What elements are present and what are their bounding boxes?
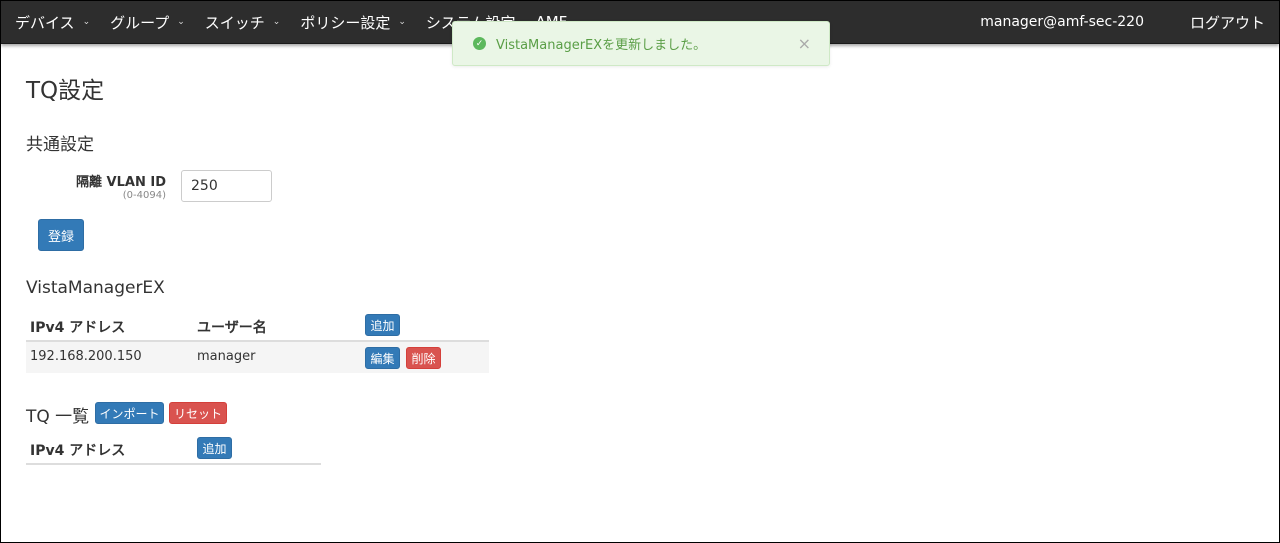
nav-switches-label: スイッチ xyxy=(204,13,265,32)
nav-policy[interactable]: ポリシー設定 ⌄ xyxy=(300,12,406,33)
chevron-down-icon: ⌄ xyxy=(177,17,185,27)
tq-import-button[interactable]: インポート xyxy=(95,402,164,424)
vistamanager-title: VistaManagerEX xyxy=(26,278,165,298)
chevron-down-icon: ⌄ xyxy=(398,17,406,27)
nav-groups-label: グループ xyxy=(110,13,170,32)
vista-row-username: manager xyxy=(197,349,256,364)
vista-row-ipv4: 192.168.200.150 xyxy=(30,349,142,364)
register-button[interactable]: 登録 xyxy=(38,219,84,251)
vista-header-username: ユーザー名 xyxy=(197,320,267,336)
tq-header-divider xyxy=(26,463,321,465)
page-title: TQ設定 xyxy=(26,78,105,104)
nav-groups[interactable]: グループ ⌄ xyxy=(110,12,185,33)
nav-devices[interactable]: デバイス ⌄ xyxy=(15,12,90,33)
vista-add-button[interactable]: 追加 xyxy=(365,314,400,336)
success-toast: ✓ VistaManagerEXを更新しました。 × xyxy=(452,21,830,66)
tq-reset-button[interactable]: リセット xyxy=(169,402,227,424)
vlan-id-hint: (0-4094) xyxy=(122,190,166,201)
nav-policy-label: ポリシー設定 xyxy=(300,13,391,32)
tq-add-button[interactable]: 追加 xyxy=(197,437,232,459)
chevron-down-icon: ⌄ xyxy=(82,17,91,27)
check-circle-icon: ✓ xyxy=(473,37,486,50)
close-icon[interactable]: × xyxy=(798,34,811,53)
common-settings-title: 共通設定 xyxy=(26,135,94,155)
logout-link[interactable]: ログアウト xyxy=(1190,12,1265,33)
nav-devices-label: デバイス xyxy=(15,13,75,32)
current-user: manager@amf-sec-220 xyxy=(980,14,1144,30)
chevron-down-icon: ⌄ xyxy=(272,17,281,27)
toast-message: VistaManagerEXを更新しました。 xyxy=(496,38,707,53)
vista-delete-button[interactable]: 削除 xyxy=(406,347,441,369)
vista-header-ipv4: IPv4 アドレス xyxy=(30,320,126,336)
tq-list-title: TQ 一覧 xyxy=(26,407,90,427)
vista-edit-button[interactable]: 編集 xyxy=(365,347,400,369)
nav-switches[interactable]: スイッチ ⌄ xyxy=(205,12,281,33)
tq-header-ipv4: IPv4 アドレス xyxy=(30,443,126,459)
vlan-id-label: 隔離 VLAN ID xyxy=(76,175,166,190)
vlan-id-input[interactable] xyxy=(181,170,272,202)
